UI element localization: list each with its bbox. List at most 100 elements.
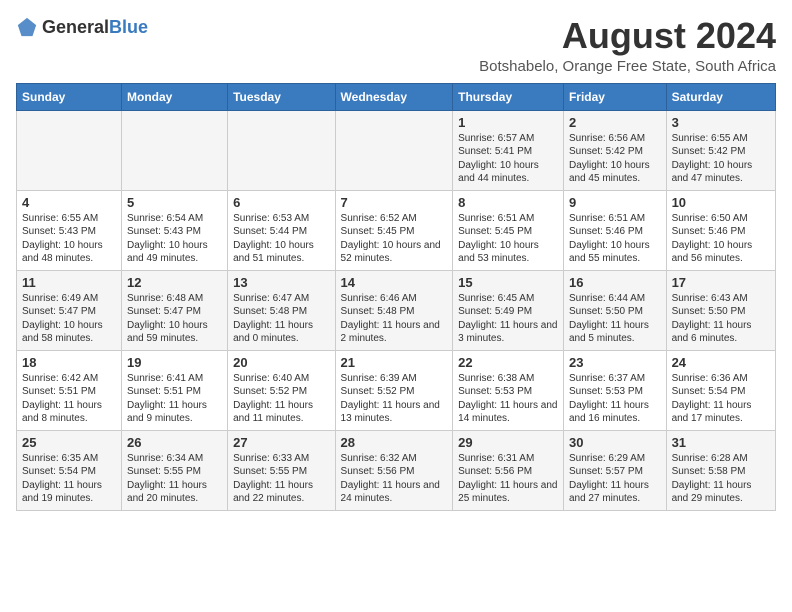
cell-date-number: 14 xyxy=(341,275,448,290)
calendar-cell: 14 Sunrise: 6:46 AMSunset: 5:48 PMDayligh… xyxy=(335,270,453,350)
calendar-cell: 29 Sunrise: 6:31 AMSunset: 5:56 PMDayligh… xyxy=(453,430,564,510)
cell-info: Sunrise: 6:57 AMSunset: 5:41 PMDaylight:… xyxy=(458,132,558,186)
day-header-tuesday: Tuesday xyxy=(228,83,335,110)
title-area: August 2024 Botshabelo, Orange Free Stat… xyxy=(479,16,776,75)
calendar-cell xyxy=(228,110,335,190)
calendar-cell: 15 Sunrise: 6:45 AMSunset: 5:49 PMDayligh… xyxy=(453,270,564,350)
cell-date-number: 28 xyxy=(341,435,448,450)
cell-date-number: 1 xyxy=(458,115,558,130)
header: GeneralBlue August 2024 Botshabelo, Oran… xyxy=(16,16,776,75)
calendar-cell: 2 Sunrise: 6:56 AMSunset: 5:42 PMDaylight… xyxy=(563,110,666,190)
calendar-cell: 1 Sunrise: 6:57 AMSunset: 5:41 PMDaylight… xyxy=(453,110,564,190)
cell-info: Sunrise: 6:48 AMSunset: 5:47 PMDaylight:… xyxy=(127,292,222,346)
main-title: August 2024 xyxy=(479,16,776,56)
cell-date-number: 8 xyxy=(458,195,558,210)
cell-date-number: 5 xyxy=(127,195,222,210)
calendar-cell: 9Sunrise: 6:51 AMSunset: 5:46 PMDaylight… xyxy=(563,190,666,270)
cell-date-number: 2 xyxy=(569,115,661,130)
cell-date-number: 17 xyxy=(672,275,770,290)
calendar-cell: 26Sunrise: 6:34 AMSunset: 5:55 PMDayligh… xyxy=(122,430,228,510)
calendar-cell: 18 Sunrise: 6:42 AMSunset: 5:51 PMDayligh… xyxy=(17,350,122,430)
calendar-cell: 24 Sunrise: 6:36 AMSunset: 5:54 PMDayligh… xyxy=(666,350,775,430)
calendar-cell: 27 Sunrise: 6:33 AMSunset: 5:55 PMDayligh… xyxy=(228,430,335,510)
day-header-monday: Monday xyxy=(122,83,228,110)
day-header-sunday: Sunday xyxy=(17,83,122,110)
calendar-cell: 30 Sunrise: 6:29 AMSunset: 5:57 PMDayligh… xyxy=(563,430,666,510)
logo: GeneralBlue xyxy=(16,16,148,38)
week-row-4: 18 Sunrise: 6:42 AMSunset: 5:51 PMDayligh… xyxy=(17,350,776,430)
day-header-friday: Friday xyxy=(563,83,666,110)
cell-date-number: 27 xyxy=(233,435,329,450)
cell-info: Sunrise: 6:33 AMSunset: 5:55 PMDaylight:… xyxy=(233,452,329,506)
cell-info: Sunrise: 6:47 AMSunset: 5:48 PMDaylight:… xyxy=(233,292,329,346)
cell-info: Sunrise: 6:39 AMSunset: 5:52 PMDaylight:… xyxy=(341,372,448,426)
cell-date-number: 15 xyxy=(458,275,558,290)
cell-info: Sunrise: 6:53 AMSunset: 5:44 PMDaylight:… xyxy=(233,212,329,266)
calendar-cell: 28 Sunrise: 6:32 AMSunset: 5:56 PMDayligh… xyxy=(335,430,453,510)
cell-info: Sunrise: 6:32 AMSunset: 5:56 PMDaylight:… xyxy=(341,452,448,506)
cell-info: Sunrise: 6:29 AMSunset: 5:57 PMDaylight:… xyxy=(569,452,661,506)
cell-info: Sunrise: 6:49 AMSunset: 5:47 PMDaylight:… xyxy=(22,292,116,346)
day-header-wednesday: Wednesday xyxy=(335,83,453,110)
calendar-cell: 20Sunrise: 6:40 AMSunset: 5:52 PMDayligh… xyxy=(228,350,335,430)
calendar-cell: 23 Sunrise: 6:37 AMSunset: 5:53 PMDayligh… xyxy=(563,350,666,430)
cell-date-number: 25 xyxy=(22,435,116,450)
cell-info: Sunrise: 6:31 AMSunset: 5:56 PMDaylight:… xyxy=(458,452,558,506)
cell-info: Sunrise: 6:51 AMSunset: 5:45 PMDaylight:… xyxy=(458,212,558,266)
cell-date-number: 10 xyxy=(672,195,770,210)
cell-date-number: 13 xyxy=(233,275,329,290)
cell-info: Sunrise: 6:38 AMSunset: 5:53 PMDaylight:… xyxy=(458,372,558,426)
logo-general: General xyxy=(42,17,109,37)
cell-info: Sunrise: 6:45 AMSunset: 5:49 PMDaylight:… xyxy=(458,292,558,346)
calendar-cell xyxy=(17,110,122,190)
cell-info: Sunrise: 6:50 AMSunset: 5:46 PMDaylight:… xyxy=(672,212,770,266)
calendar-cell: 10 Sunrise: 6:50 AMSunset: 5:46 PMDayligh… xyxy=(666,190,775,270)
cell-date-number: 16 xyxy=(569,275,661,290)
cell-date-number: 3 xyxy=(672,115,770,130)
calendar-cell: 17 Sunrise: 6:43 AMSunset: 5:50 PMDayligh… xyxy=(666,270,775,350)
cell-info: Sunrise: 6:55 AMSunset: 5:43 PMDaylight:… xyxy=(22,212,116,266)
calendar-cell: 7Sunrise: 6:52 AMSunset: 5:45 PMDaylight… xyxy=(335,190,453,270)
cell-info: Sunrise: 6:56 AMSunset: 5:42 PMDaylight:… xyxy=(569,132,661,186)
cell-info: Sunrise: 6:36 AMSunset: 5:54 PMDaylight:… xyxy=(672,372,770,426)
week-row-3: 11 Sunrise: 6:49 AMSunset: 5:47 PMDayligh… xyxy=(17,270,776,350)
cell-date-number: 9 xyxy=(569,195,661,210)
cell-info: Sunrise: 6:42 AMSunset: 5:51 PMDaylight:… xyxy=(22,372,116,426)
calendar-cell xyxy=(335,110,453,190)
cell-info: Sunrise: 6:43 AMSunset: 5:50 PMDaylight:… xyxy=(672,292,770,346)
cell-info: Sunrise: 6:34 AMSunset: 5:55 PMDaylight:… xyxy=(127,452,222,506)
cell-date-number: 29 xyxy=(458,435,558,450)
cell-date-number: 21 xyxy=(341,355,448,370)
calendar-cell xyxy=(122,110,228,190)
cell-info: Sunrise: 6:54 AMSunset: 5:43 PMDaylight:… xyxy=(127,212,222,266)
cell-date-number: 20 xyxy=(233,355,329,370)
cell-info: Sunrise: 6:41 AMSunset: 5:51 PMDaylight:… xyxy=(127,372,222,426)
cell-date-number: 30 xyxy=(569,435,661,450)
calendar-table: SundayMondayTuesdayWednesdayThursdayFrid… xyxy=(16,83,776,511)
cell-date-number: 23 xyxy=(569,355,661,370)
calendar-cell: 4 Sunrise: 6:55 AMSunset: 5:43 PMDaylight… xyxy=(17,190,122,270)
cell-info: Sunrise: 6:37 AMSunset: 5:53 PMDaylight:… xyxy=(569,372,661,426)
logo-blue: Blue xyxy=(109,17,148,37)
cell-info: Sunrise: 6:55 AMSunset: 5:42 PMDaylight:… xyxy=(672,132,770,186)
cell-date-number: 11 xyxy=(22,275,116,290)
cell-date-number: 4 xyxy=(22,195,116,210)
calendar-cell: 21 Sunrise: 6:39 AMSunset: 5:52 PMDayligh… xyxy=(335,350,453,430)
calendar-cell: 16 Sunrise: 6:44 AMSunset: 5:50 PMDayligh… xyxy=(563,270,666,350)
calendar-cell: 3 Sunrise: 6:55 AMSunset: 5:42 PMDaylight… xyxy=(666,110,775,190)
calendar-body: 1 Sunrise: 6:57 AMSunset: 5:41 PMDaylight… xyxy=(17,110,776,510)
cell-date-number: 6 xyxy=(233,195,329,210)
calendar-cell: 22Sunrise: 6:38 AMSunset: 5:53 PMDayligh… xyxy=(453,350,564,430)
cell-date-number: 19 xyxy=(127,355,222,370)
cell-date-number: 7 xyxy=(341,195,448,210)
subtitle: Botshabelo, Orange Free State, South Afr… xyxy=(479,58,776,75)
logo-text: GeneralBlue xyxy=(42,17,148,38)
cell-date-number: 24 xyxy=(672,355,770,370)
calendar-cell: 5 Sunrise: 6:54 AMSunset: 5:43 PMDaylight… xyxy=(122,190,228,270)
cell-info: Sunrise: 6:46 AMSunset: 5:48 PMDaylight:… xyxy=(341,292,448,346)
cell-date-number: 18 xyxy=(22,355,116,370)
cell-date-number: 31 xyxy=(672,435,770,450)
calendar-cell: 8 Sunrise: 6:51 AMSunset: 5:45 PMDaylight… xyxy=(453,190,564,270)
calendar-cell: 25Sunrise: 6:35 AMSunset: 5:54 PMDayligh… xyxy=(17,430,122,510)
cell-info: Sunrise: 6:44 AMSunset: 5:50 PMDaylight:… xyxy=(569,292,661,346)
